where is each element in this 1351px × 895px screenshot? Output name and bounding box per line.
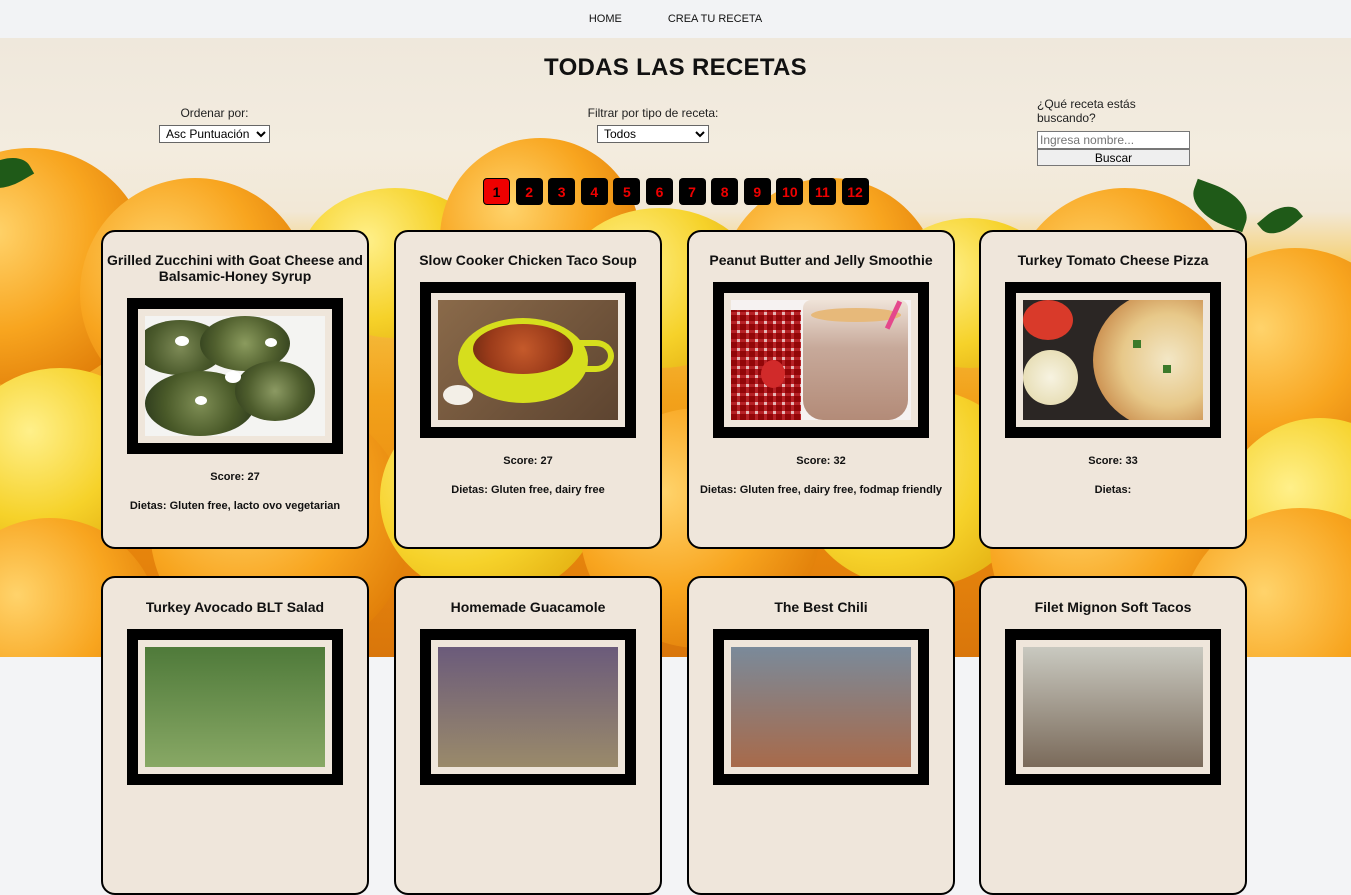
- page-button-2[interactable]: 2: [515, 178, 543, 205]
- recipe-title: Peanut Butter and Jelly Smoothie: [709, 252, 933, 268]
- search-control: ¿Qué receta estás buscando? Buscar: [1037, 97, 1190, 166]
- page-button-12[interactable]: 12: [841, 178, 869, 205]
- sort-control: Ordenar por: Asc Puntuación: [159, 106, 270, 143]
- page-title: TODAS LAS RECETAS: [544, 54, 807, 81]
- page-button-6[interactable]: 6: [645, 178, 673, 205]
- filter-label: Filtrar por tipo de receta:: [587, 106, 719, 120]
- page-button-7[interactable]: 7: [678, 178, 706, 205]
- recipe-title: Grilled Zucchini with Goat Cheese and Ba…: [107, 252, 363, 284]
- recipe-score: Score: 27: [210, 471, 260, 483]
- recipe-diets: Dietas: Gluten free, lacto ovo vegetaria…: [129, 500, 341, 512]
- search-button[interactable]: Buscar: [1037, 149, 1190, 166]
- recipe-title: Slow Cooker Chicken Taco Soup: [419, 252, 637, 268]
- recipe-diets: Dietas: Gluten free, dairy free: [451, 484, 605, 496]
- recipe-card[interactable]: Slow Cooker Chicken Taco Soup Score: 27 …: [394, 230, 662, 549]
- recipe-score: Score: 33: [1088, 455, 1138, 467]
- recipe-image: [127, 298, 343, 454]
- search-input[interactable]: [1037, 131, 1190, 149]
- recipe-card[interactable]: Homemade Guacamole: [394, 576, 662, 895]
- recipe-score: Score: 32: [796, 455, 846, 467]
- page-button-4[interactable]: 4: [580, 178, 608, 205]
- recipe-card[interactable]: Peanut Butter and Jelly Smoothie Score: …: [687, 230, 955, 549]
- page-button-3[interactable]: 3: [548, 178, 576, 205]
- recipe-card[interactable]: Grilled Zucchini with Goat Cheese and Ba…: [101, 230, 369, 549]
- recipe-diets: Dietas:: [1094, 484, 1132, 496]
- filter-select[interactable]: Todos: [597, 125, 709, 143]
- nav-create-recipe-link[interactable]: CREA TU RECETA: [668, 13, 762, 25]
- recipe-image: [1005, 282, 1221, 438]
- recipe-card[interactable]: The Best Chili: [687, 576, 955, 895]
- recipe-image: [420, 629, 636, 785]
- recipe-diets: Dietas: Gluten free, dairy free, fodmap …: [699, 484, 943, 496]
- recipe-image: [1005, 629, 1221, 785]
- page-button-8[interactable]: 8: [711, 178, 739, 205]
- recipe-title: Turkey Tomato Cheese Pizza: [1017, 252, 1209, 268]
- page-button-5[interactable]: 5: [613, 178, 641, 205]
- page-button-10[interactable]: 10: [776, 178, 804, 205]
- search-label: ¿Qué receta estás buscando?: [1037, 97, 1136, 125]
- page-button-1[interactable]: 1: [483, 178, 510, 205]
- filter-control: Filtrar por tipo de receta: Todos: [580, 106, 726, 143]
- recipe-card[interactable]: Turkey Avocado BLT Salad: [101, 576, 369, 895]
- recipe-image: [713, 282, 929, 438]
- pagination: 1 2 3 4 5 6 7 8 9 10 11 12: [483, 178, 874, 205]
- recipe-score: Score: 27: [503, 455, 553, 467]
- recipe-title: Homemade Guacamole: [450, 599, 606, 615]
- recipe-card[interactable]: Turkey Tomato Cheese Pizza Score: 33 Die…: [979, 230, 1247, 549]
- recipe-title: Filet Mignon Soft Tacos: [1034, 599, 1192, 615]
- recipe-title: The Best Chili: [774, 599, 868, 615]
- nav-home-link[interactable]: HOME: [589, 13, 622, 25]
- recipe-image: [713, 629, 929, 785]
- recipe-card[interactable]: Filet Mignon Soft Tacos: [979, 576, 1247, 895]
- top-nav: HOME CREA TU RECETA: [0, 0, 1351, 38]
- page-button-9[interactable]: 9: [743, 178, 771, 205]
- recipe-title: Turkey Avocado BLT Salad: [145, 599, 325, 615]
- recipe-image: [420, 282, 636, 438]
- sort-select[interactable]: Asc Puntuación: [159, 125, 270, 143]
- recipe-image: [127, 629, 343, 785]
- page-button-11[interactable]: 11: [808, 178, 836, 205]
- sort-label: Ordenar por:: [180, 106, 249, 120]
